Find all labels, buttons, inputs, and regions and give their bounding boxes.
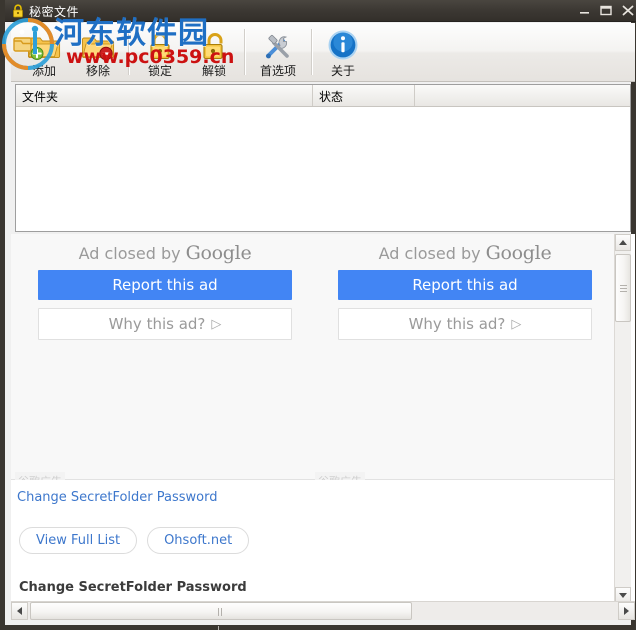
why-this-ad-label-left: Why this ad? xyxy=(108,315,206,333)
toolbar-separator xyxy=(311,29,313,75)
toolbar-button-preferences[interactable]: 首选项 xyxy=(249,25,307,81)
application-window: 秘密文件 添加 移除 锁定 解锁 首选项 关于 文件夹 状态 Ad closed… xyxy=(0,0,636,630)
minimize-icon[interactable] xyxy=(575,2,593,18)
toolbar-button-unlock[interactable]: 解锁 xyxy=(187,25,241,81)
report-this-ad-button-right[interactable]: Report this ad xyxy=(338,270,592,300)
vertical-scroll-thumb[interactable] xyxy=(615,254,631,322)
column-header-empty[interactable] xyxy=(414,85,630,106)
scroll-thumb-grip-h xyxy=(218,608,224,630)
maximize-icon[interactable] xyxy=(597,2,615,18)
report-this-ad-button-left[interactable]: Report this ad xyxy=(38,270,292,300)
toolbar-label-preferences: 首选项 xyxy=(259,64,296,78)
google-wordmark-left: Google xyxy=(185,242,252,264)
why-this-ad-label-right: Why this ad? xyxy=(408,315,506,333)
folder-remove-icon xyxy=(71,25,125,61)
toolbar-button-add[interactable]: 添加 xyxy=(17,25,71,81)
column-header-folder[interactable]: 文件夹 xyxy=(16,85,314,106)
scroll-left-icon[interactable] xyxy=(11,602,28,620)
list-header: 文件夹 状态 xyxy=(16,85,630,107)
toolbar: 添加 移除 锁定 解锁 首选项 关于 xyxy=(11,23,635,82)
scroll-up-icon[interactable] xyxy=(615,234,631,251)
window-frame: 秘密文件 添加 移除 锁定 解锁 首选项 关于 文件夹 状态 Ad closed… xyxy=(0,0,636,630)
ad-closed-prefix-right: Ad closed by xyxy=(378,244,481,263)
lock-open-icon xyxy=(187,25,241,61)
list-body-empty[interactable] xyxy=(16,107,630,231)
promo-heading: Change SecretFolder Password xyxy=(19,580,247,595)
title-bar[interactable]: 秘密文件 xyxy=(5,0,636,22)
why-this-ad-button-left[interactable]: Why this ad? ▷ xyxy=(38,308,292,340)
toolbar-separator xyxy=(244,29,246,75)
why-this-ad-button-right[interactable]: Why this ad? ▷ xyxy=(338,308,592,340)
ad-unit-left: Ad closed by Google Report this ad Why t… xyxy=(15,234,315,479)
column-header-status[interactable]: 状态 xyxy=(313,85,415,106)
toolbar-label-lock: 锁定 xyxy=(147,64,172,78)
horizontal-scroll-thumb[interactable] xyxy=(30,602,412,630)
scroll-thumb-grip xyxy=(620,285,627,292)
promo-region: Change SecretFolder Password View Full L… xyxy=(11,480,616,604)
toolbar-button-about[interactable]: 关于 xyxy=(316,25,370,81)
close-icon[interactable] xyxy=(619,2,636,18)
horizontal-scrollbar[interactable] xyxy=(11,601,635,630)
toolbar-label-unlock: 解锁 xyxy=(201,64,226,78)
toolbar-label-add: 添加 xyxy=(31,64,56,78)
ad-unit-right: Ad closed by Google Report this ad Why t… xyxy=(315,234,615,479)
play-triangle-icon-left: ▷ xyxy=(211,316,222,332)
window-controls xyxy=(575,2,636,18)
ad-closed-notice-right: Ad closed by Google xyxy=(315,234,615,264)
ad-closed-prefix-left: Ad closed by xyxy=(78,244,181,263)
embedded-ad-pane: Ad closed by Google Report this ad Why t… xyxy=(11,234,635,604)
folder-list-view[interactable]: 文件夹 状态 xyxy=(15,84,631,232)
ad-region: Ad closed by Google Report this ad Why t… xyxy=(11,234,616,490)
view-full-list-button[interactable]: View Full List xyxy=(19,527,138,554)
change-password-link[interactable]: Change SecretFolder Password xyxy=(17,490,217,505)
google-wordmark-right: Google xyxy=(485,242,552,264)
toolbar-button-lock[interactable]: 锁定 xyxy=(133,25,187,81)
ohsoft-net-button[interactable]: Ohsoft.net xyxy=(147,527,250,554)
tools-icon xyxy=(249,25,307,61)
folder-add-icon xyxy=(17,25,71,61)
info-icon xyxy=(316,25,370,61)
lock-closed-icon xyxy=(133,25,187,61)
toolbar-label-remove: 移除 xyxy=(85,64,110,78)
ad-closed-notice-left: Ad closed by Google xyxy=(15,234,315,264)
scroll-right-icon[interactable] xyxy=(618,602,635,620)
toolbar-button-remove[interactable]: 移除 xyxy=(71,25,125,81)
promo-pill-row: View Full List Ohsoft.net xyxy=(19,527,250,554)
padlock-icon xyxy=(11,4,25,18)
vertical-scrollbar[interactable] xyxy=(614,234,631,604)
window-title: 秘密文件 xyxy=(29,5,80,19)
toolbar-label-about: 关于 xyxy=(330,64,355,78)
toolbar-separator xyxy=(128,29,130,75)
play-triangle-icon-right: ▷ xyxy=(511,316,522,332)
